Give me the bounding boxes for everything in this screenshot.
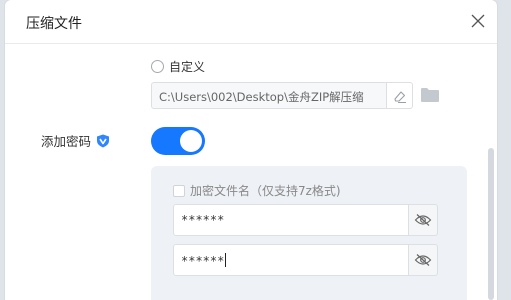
toggle-knob bbox=[180, 130, 202, 152]
toggle-password-visibility-button[interactable] bbox=[409, 204, 438, 236]
eraser-icon bbox=[393, 90, 406, 103]
toggle-confirm-visibility-button[interactable] bbox=[409, 244, 438, 276]
save-path-field[interactable]: C:\Users\002\Desktop\金舟ZIP解压缩 bbox=[151, 82, 387, 109]
vertical-scrollbar[interactable] bbox=[488, 148, 494, 300]
encrypt-filenames-label: 加密文件名（仅支持7z格式) bbox=[190, 184, 341, 198]
clear-path-button[interactable] bbox=[386, 82, 413, 109]
text-caret bbox=[225, 253, 227, 267]
dialog-title: 压缩文件 bbox=[26, 16, 82, 32]
password-row-label: 添加密码 bbox=[41, 131, 110, 150]
folder-icon bbox=[421, 88, 439, 102]
password-input[interactable]: ****** bbox=[173, 204, 409, 236]
vip-shield-icon bbox=[97, 134, 110, 147]
confirm-password-value: ****** bbox=[181, 254, 225, 268]
browse-folder-button[interactable] bbox=[420, 86, 440, 104]
dialog-titlebar: 压缩文件 bbox=[5, 0, 497, 44]
add-password-label: 添加密码 bbox=[41, 134, 92, 149]
confirm-password-input[interactable]: ****** bbox=[173, 244, 409, 276]
compress-dialog: 压缩文件 自定义 C:\Users\002\Desktop\金舟ZIP解压缩 添… bbox=[5, 0, 497, 300]
eye-hidden-icon bbox=[414, 254, 432, 266]
close-icon[interactable] bbox=[469, 12, 487, 30]
add-password-toggle[interactable] bbox=[151, 127, 205, 155]
password-panel: 加密文件名（仅支持7z格式) ****** ****** bbox=[151, 166, 467, 300]
encrypt-filenames-option[interactable]: 加密文件名（仅支持7z格式) bbox=[173, 182, 341, 199]
custom-location-label: 自定义 bbox=[169, 59, 206, 74]
eye-hidden-icon bbox=[414, 214, 432, 226]
custom-location-option[interactable]: 自定义 bbox=[151, 58, 205, 74]
password-value: ****** bbox=[181, 213, 225, 227]
encrypt-filenames-checkbox[interactable] bbox=[173, 184, 185, 197]
custom-location-radio[interactable] bbox=[151, 59, 164, 73]
